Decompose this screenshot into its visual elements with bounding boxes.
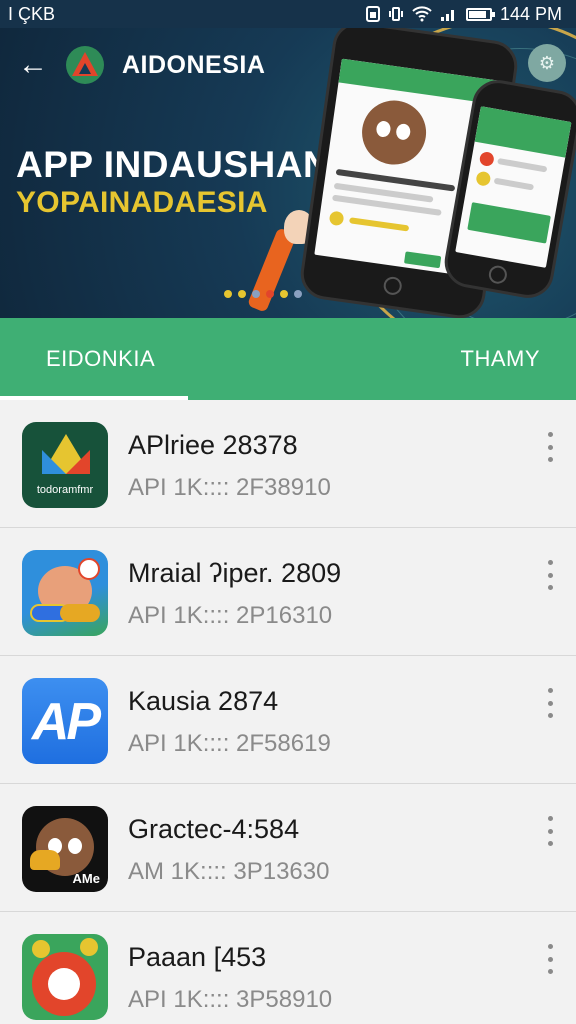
app-icon-caption: AP [31, 693, 101, 751]
tab-thamy[interactable]: THAMY [461, 318, 541, 400]
wifi-icon [412, 6, 432, 22]
app-title: Gractec-4:584 [128, 814, 300, 844]
carousel-dot[interactable] [266, 290, 274, 298]
app-icon: todoramfmr [22, 422, 108, 508]
app-name: AIDONESIA [122, 50, 266, 79]
hero-title: APP INDAUSHAN [16, 144, 331, 185]
carousel-dots[interactable] [224, 290, 302, 298]
carousel-dot[interactable] [224, 290, 232, 298]
app-subtitle: API 1K:::: 2F58619 [128, 730, 331, 757]
more-vert-icon[interactable] [540, 816, 560, 846]
app-icon: AP [22, 678, 108, 764]
carousel-dot[interactable] [238, 290, 246, 298]
phone-screen [455, 106, 572, 268]
more-vert-icon[interactable] [540, 560, 560, 590]
app-subtitle: API 1K:::: 2F38910 [128, 474, 331, 501]
app-icon: AMe [22, 806, 108, 892]
app-title: Kausia 2874 [128, 686, 279, 716]
sim-icon [365, 6, 380, 22]
tab-bar: EIDONKIA THAMY [0, 318, 576, 400]
battery-icon [465, 7, 495, 21]
brand-logo [66, 46, 104, 84]
status-left-text: I ÇKB [8, 3, 56, 24]
app-icon [22, 934, 108, 1020]
list-item[interactable]: todoramfmr APlriee 28378 API 1K:::: 2F38… [0, 400, 576, 528]
list-item[interactable]: AP Kausia 2874 API 1K:::: 2F58619 [0, 656, 576, 784]
more-vert-icon[interactable] [540, 944, 560, 974]
app-subtitle: AM 1K:::: 3P13630 [128, 858, 330, 885]
app-icon-caption: AMe [72, 871, 100, 886]
more-vert-icon[interactable] [540, 688, 560, 718]
tab-eidonkia[interactable]: EIDONKIA [46, 318, 155, 400]
carousel-dot[interactable] [252, 290, 260, 298]
list-item[interactable]: Mraial ʔiper. 2809 API 1K:::: 2P16310 [0, 528, 576, 656]
app-title: Mraial ʔiper. 2809 [128, 558, 342, 588]
list-item[interactable]: Paaan [453 API 1K:::: 3P58910 [0, 912, 576, 1024]
status-bar: I ÇKB 144 PM [0, 0, 576, 28]
app-subtitle: API 1K:::: 2P16310 [128, 602, 333, 629]
vibrate-icon [388, 7, 403, 21]
carousel-dot[interactable] [294, 290, 302, 298]
back-arrow-icon[interactable]: ← [18, 50, 48, 80]
carousel-dot[interactable] [280, 290, 288, 298]
more-vert-icon[interactable] [540, 432, 560, 462]
app-subtitle: API 1K:::: 3P58910 [128, 986, 333, 1013]
status-icons: 144 PM [365, 3, 562, 25]
hero-banner: ← AIDONESIA ⚙ APP INDAUSHAN YOPAINADAESI… [0, 28, 576, 318]
settings-icon[interactable]: ⚙ [528, 44, 566, 82]
app-list: todoramfmr APlriee 28378 API 1K:::: 2F38… [0, 400, 576, 1024]
app-title: Paaan [453 [128, 942, 267, 972]
app-icon [22, 550, 108, 636]
hero-subtitle: YOPAINADAESIA [16, 186, 268, 219]
app-icon-caption: todoramfmr [36, 484, 94, 496]
list-item[interactable]: AMe Gractec-4:584 AM 1K:::: 3P13630 [0, 784, 576, 912]
status-time: 144 PM [499, 3, 562, 24]
signal-icon [440, 10, 454, 21]
app-title: APlriee 28378 [128, 430, 298, 460]
hero-nav: ← AIDONESIA [18, 46, 265, 84]
